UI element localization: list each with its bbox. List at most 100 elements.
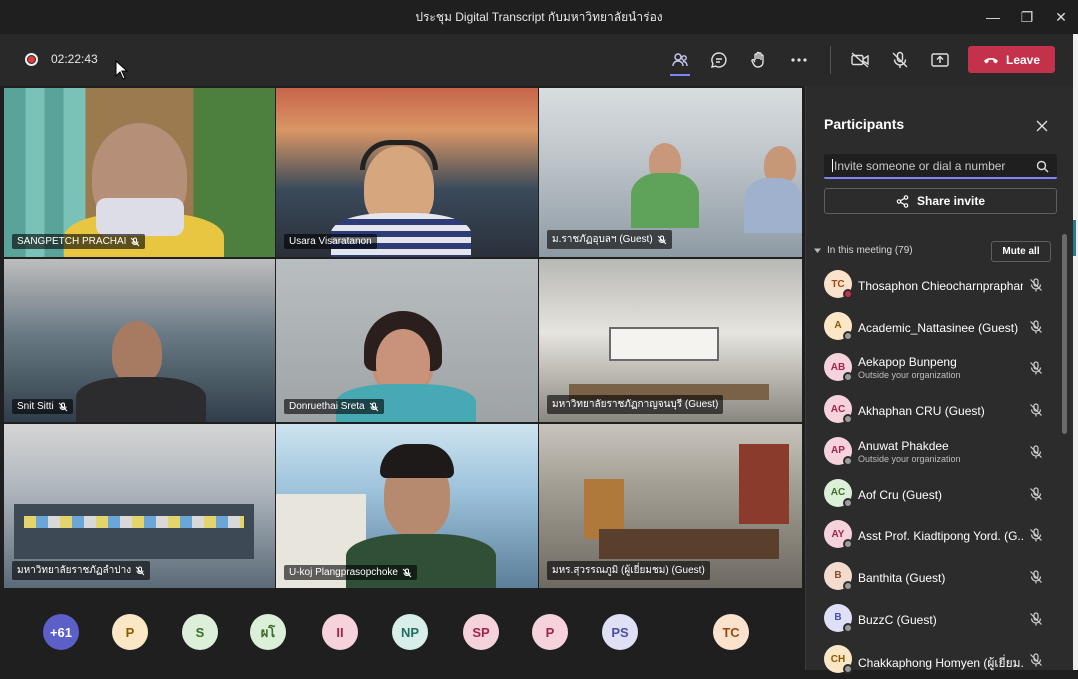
mic-off-icon[interactable] bbox=[1028, 486, 1044, 502]
presence-status-icon bbox=[843, 455, 853, 466]
share-invite-button[interactable]: Share invite bbox=[824, 188, 1057, 214]
share-screen-icon bbox=[931, 53, 949, 67]
mic-toggle-button[interactable] bbox=[884, 44, 916, 76]
tile-label: มหาวิทยาลัยราชภัฏลำปาง bbox=[12, 561, 151, 580]
hang-up-icon bbox=[983, 57, 998, 63]
participant-row[interactable]: AB Aekapop Bunpeng Outside your organizati… bbox=[824, 351, 1054, 387]
tile-label: Donruethai Sreta bbox=[284, 399, 384, 414]
close-panel-icon[interactable] bbox=[1034, 118, 1050, 134]
participant-avatar[interactable]: S bbox=[182, 614, 218, 650]
leave-label: Leave bbox=[1005, 52, 1041, 67]
participant-avatar[interactable]: PS bbox=[602, 614, 638, 650]
participant-row[interactable]: A Academic_Nattasinee (Guest) bbox=[824, 310, 1054, 346]
participant-name: Thosaphon Chieocharnpraphan bbox=[858, 279, 1023, 293]
mic-off-icon[interactable] bbox=[1028, 611, 1044, 627]
camera-toggle-button[interactable] bbox=[844, 44, 876, 76]
mic-off-icon bbox=[131, 237, 140, 246]
tile-label: มหาวิทยาลัยราชภัฏกาญจนบุรี (Guest) bbox=[547, 395, 724, 414]
mic-off-icon bbox=[657, 235, 667, 244]
participant-name: BuzzC (Guest) bbox=[858, 612, 937, 627]
participant-row[interactable]: TC Thosaphon Chieocharnpraphan bbox=[824, 268, 1054, 304]
tile-label: ม.ราชภัฏอุบลฯ (Guest) bbox=[547, 230, 672, 249]
video-tile[interactable]: Usara Visaratanon bbox=[276, 88, 538, 257]
participant-avatar[interactable]: SP bbox=[463, 614, 499, 650]
video-tile[interactable]: SANGPETCH PRACHAI bbox=[4, 88, 275, 257]
participant-name: Anuwat Phakdee bbox=[858, 438, 949, 453]
mic-off-icon bbox=[892, 51, 908, 68]
more-icon bbox=[791, 58, 807, 62]
mic-off-icon[interactable] bbox=[1028, 319, 1044, 335]
leave-button[interactable]: Leave bbox=[968, 46, 1055, 73]
chat-button[interactable] bbox=[703, 44, 735, 76]
video-tile[interactable]: มหร.สุวรรณภูมิ (ผู้เยี่ยมชม) (Guest) bbox=[539, 424, 802, 588]
participant-row[interactable]: CH Chakkaphong Homyen (ผู้เยี่ยม... bbox=[824, 643, 1054, 679]
mic-off-icon[interactable] bbox=[1028, 652, 1044, 668]
participants-icon bbox=[672, 53, 688, 67]
video-tile[interactable]: Snit Sitti bbox=[4, 259, 275, 422]
participant-org-note: Outside your organization bbox=[858, 370, 961, 381]
in-meeting-label: In this meeting (79) bbox=[827, 245, 913, 256]
window-edge bbox=[1073, 34, 1078, 670]
participant-row[interactable]: AY Asst Prof. Kiadtipong Yord. (G... bbox=[824, 518, 1054, 554]
video-tile[interactable]: ม.ราชภัฏอุบลฯ (Guest) bbox=[539, 88, 802, 257]
participant-name: Chakkaphong Homyen (ผู้เยี่ยม... bbox=[858, 656, 1023, 671]
title-bar: ประชุม Digital Transcript กับมหาวิทยาลัย… bbox=[0, 0, 1078, 34]
panel-title: Participants bbox=[824, 116, 905, 132]
mic-off-icon bbox=[135, 566, 145, 575]
presence-status-icon bbox=[843, 539, 853, 550]
close-icon[interactable]: ✕ bbox=[1044, 0, 1078, 34]
video-tile[interactable]: มหาวิทยาลัยราชภัฏลำปาง bbox=[4, 424, 275, 588]
scrollbar[interactable] bbox=[1062, 234, 1067, 434]
mute-all-button[interactable]: Mute all bbox=[991, 241, 1051, 262]
mic-off-icon[interactable] bbox=[1028, 444, 1044, 460]
participant-row[interactable]: AC Aof Cru (Guest) bbox=[824, 477, 1054, 513]
tile-label: U-koj Plangprasopchoke bbox=[284, 565, 417, 580]
mic-off-icon[interactable] bbox=[1028, 277, 1044, 293]
mic-off-icon[interactable] bbox=[1028, 569, 1044, 585]
presence-status-icon bbox=[843, 622, 853, 633]
participant-avatar[interactable]: NP bbox=[392, 614, 428, 650]
raise-hand-icon bbox=[751, 51, 764, 68]
tile-label: Usara Visaratanon bbox=[284, 234, 377, 249]
participant-row[interactable]: AP Anuwat Phakdee Outside your organizatio… bbox=[824, 435, 1054, 471]
participant-row[interactable]: AC Akhaphan CRU (Guest) bbox=[824, 393, 1054, 429]
participant-avatar[interactable]: TC bbox=[713, 614, 749, 650]
presence-status-icon bbox=[843, 580, 853, 591]
participant-org-note: Outside your organization bbox=[858, 453, 961, 464]
video-tile[interactable]: Donruethai Sreta bbox=[276, 259, 538, 422]
mic-off-icon[interactable] bbox=[1028, 402, 1044, 418]
participant-avatar[interactable]: P bbox=[112, 614, 148, 650]
search-icon[interactable] bbox=[1036, 160, 1049, 173]
maximize-icon[interactable]: ❐ bbox=[1010, 0, 1044, 34]
mic-off-icon bbox=[369, 402, 378, 411]
presence-status-icon bbox=[843, 497, 853, 508]
recording-icon bbox=[25, 53, 38, 66]
tile-label: SANGPETCH PRACHAI bbox=[12, 234, 146, 249]
invite-input[interactable]: Invite someone or dial a number bbox=[824, 154, 1057, 179]
window-title: ประชุม Digital Transcript กับมหาวิทยาลัย… bbox=[415, 9, 663, 24]
video-tile[interactable]: U-koj Plangprasopchoke bbox=[276, 424, 538, 588]
video-tile[interactable]: มหาวิทยาลัยราชภัฏกาญจนบุรี (Guest) bbox=[539, 259, 802, 422]
mic-off-icon[interactable] bbox=[1028, 527, 1044, 543]
participant-name: Akhaphan CRU (Guest) bbox=[858, 404, 985, 419]
mic-off-icon bbox=[58, 402, 68, 411]
reactions-button[interactable] bbox=[743, 44, 775, 76]
participant-avatar[interactable]: ผโ bbox=[250, 614, 286, 650]
presence-status-icon bbox=[843, 664, 853, 675]
meeting-toolbar bbox=[0, 34, 1078, 86]
share-screen-button[interactable] bbox=[924, 44, 956, 76]
more-options-button[interactable] bbox=[783, 44, 815, 76]
participant-avatar[interactable]: II bbox=[322, 614, 358, 650]
participants-button[interactable] bbox=[664, 44, 696, 76]
presence-status-icon bbox=[843, 330, 853, 341]
presence-status-icon bbox=[843, 414, 853, 425]
more-participants-avatar[interactable]: +61 bbox=[43, 614, 79, 650]
mic-off-icon[interactable] bbox=[1028, 360, 1044, 376]
minimize-icon[interactable]: — bbox=[976, 0, 1010, 34]
in-meeting-section-header[interactable]: In this meeting (79) bbox=[814, 245, 913, 256]
participant-row[interactable]: B BuzzC (Guest) bbox=[824, 602, 1054, 638]
chat-icon bbox=[711, 52, 727, 68]
participant-row[interactable]: B Banthita (Guest) bbox=[824, 560, 1054, 596]
participant-avatar[interactable]: P bbox=[532, 614, 568, 650]
tile-label: มหร.สุวรรณภูมิ (ผู้เยี่ยมชม) (Guest) bbox=[547, 561, 710, 580]
